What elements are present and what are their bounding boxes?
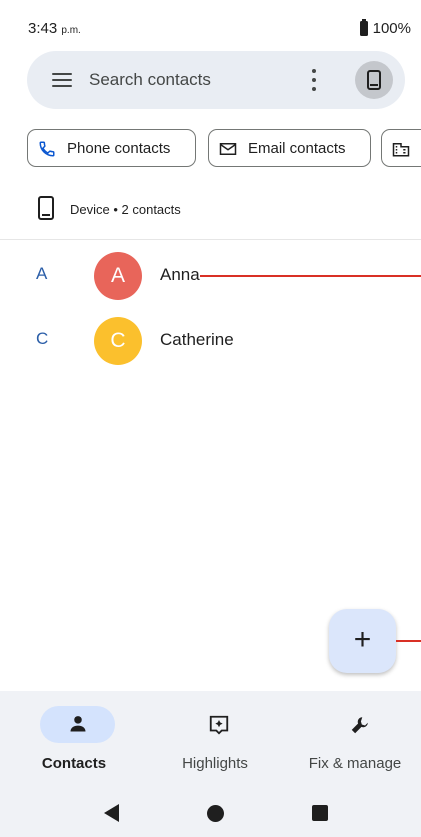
home-icon[interactable]	[207, 805, 224, 822]
email-icon	[219, 143, 237, 155]
nav-item-fix-manage[interactable]: Fix & manage	[285, 691, 421, 790]
phone-icon	[39, 141, 55, 157]
smartphone-icon	[38, 196, 54, 220]
business-icon	[392, 143, 410, 157]
add-contact-button[interactable]: +	[329, 609, 396, 673]
nav-item-highlights[interactable]: Highlights	[145, 691, 285, 790]
wrench-icon	[351, 717, 368, 734]
recents-icon[interactable]	[312, 805, 328, 821]
highlights-icon	[209, 715, 229, 735]
chip-phone-contacts[interactable]: Phone contacts	[27, 129, 196, 167]
account-label: Device • 2 contacts	[70, 202, 181, 217]
menu-icon[interactable]	[52, 73, 72, 87]
contact-avatar: C	[94, 317, 142, 365]
nav-label: Highlights	[182, 755, 248, 772]
nav-item-contacts[interactable]: Contacts	[4, 691, 144, 790]
add-icon: +	[353, 623, 372, 656]
chip-label: Phone contacts	[67, 140, 171, 157]
account-avatar[interactable]	[355, 61, 393, 99]
letter-header: C	[36, 329, 49, 348]
more-vert-icon[interactable]	[302, 67, 326, 93]
nav-active-indicator	[40, 706, 115, 743]
battery-icon	[359, 19, 368, 36]
back-icon[interactable]	[104, 804, 119, 822]
contact-avatar: A	[94, 252, 142, 300]
status-bar: 3:43 p.m. 100%	[0, 0, 421, 40]
contact-row-catherine[interactable]: C C Catherine	[0, 310, 421, 372]
nav-indicator	[181, 706, 256, 743]
battery-indicator: 100%	[359, 19, 411, 37]
person-icon	[70, 716, 86, 732]
letter-header: A	[36, 264, 48, 283]
chip-email-contacts[interactable]: Email contacts	[208, 129, 371, 167]
nav-indicator	[321, 706, 396, 743]
contact-name: Catherine	[160, 330, 234, 349]
system-navigation-bar	[0, 790, 421, 837]
filter-chips: Phone contacts Email contacts	[0, 129, 421, 167]
nav-label: Fix & manage	[308, 755, 402, 772]
search-input[interactable]: Search contacts	[89, 70, 211, 90]
status-time-suffix: p.m.	[61, 25, 81, 36]
phone-icon	[367, 70, 381, 90]
annotation-line	[396, 640, 421, 642]
chip-business[interactable]	[381, 129, 421, 167]
divider	[0, 239, 421, 240]
status-time: 3:43 p.m.	[28, 20, 81, 37]
contact-row-anna[interactable]: A A Anna	[0, 245, 421, 307]
battery-level: 100%	[372, 20, 411, 37]
status-time-value: 3:43	[28, 20, 58, 37]
chip-label: Email contacts	[248, 140, 346, 157]
search-bar[interactable]: Search contacts	[27, 51, 405, 109]
bottom-navigation: Contacts Highlights Fix & manage	[0, 691, 421, 790]
annotation-line	[200, 275, 421, 277]
contact-name: Anna	[160, 265, 200, 284]
nav-label: Contacts	[41, 755, 107, 772]
